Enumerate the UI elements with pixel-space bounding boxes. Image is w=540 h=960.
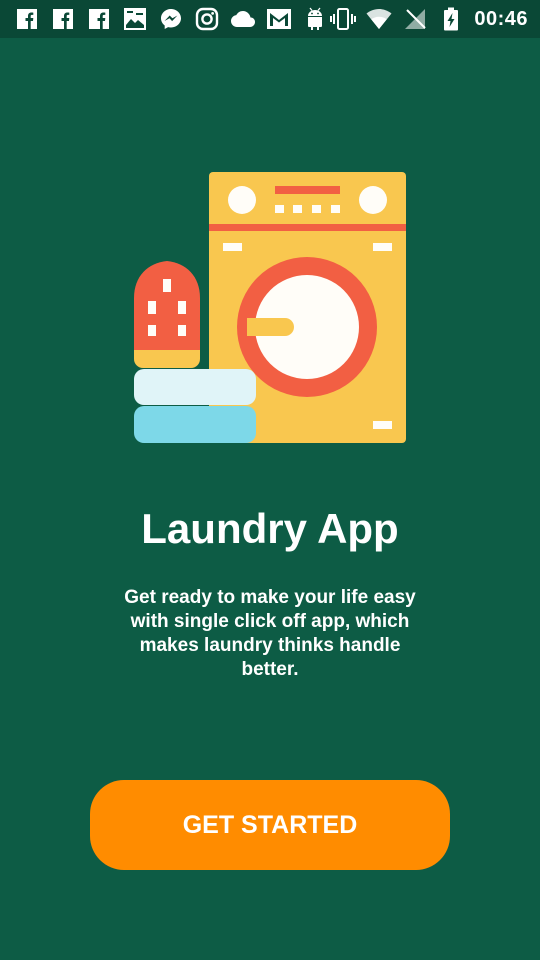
photo-icon bbox=[122, 6, 148, 32]
no-signal-icon bbox=[402, 6, 428, 32]
system-status-icons: 00:46 bbox=[330, 6, 528, 32]
messenger-icon bbox=[158, 6, 184, 32]
notification-icons bbox=[14, 6, 328, 32]
folded-towels-icon bbox=[134, 369, 256, 443]
app-description: Get ready to make your life easy with si… bbox=[124, 587, 416, 680]
instagram-icon bbox=[194, 6, 220, 32]
status-time: 00:46 bbox=[474, 7, 528, 30]
vibrate-icon bbox=[330, 6, 357, 32]
android-icon bbox=[302, 6, 328, 32]
laundry-illustration bbox=[130, 168, 410, 448]
gmail-icon bbox=[266, 6, 292, 32]
status-bar: 00:46 bbox=[0, 0, 540, 38]
iron-icon bbox=[134, 261, 200, 368]
cloud-icon bbox=[230, 6, 256, 32]
wifi-icon bbox=[366, 6, 392, 32]
app-title: Laundry App bbox=[141, 505, 399, 552]
facebook-icon bbox=[14, 6, 40, 32]
facebook-icon bbox=[86, 6, 112, 32]
battery-charging-icon bbox=[438, 6, 464, 32]
facebook-icon bbox=[50, 6, 76, 32]
get-started-button[interactable]: GET STARTED bbox=[90, 780, 450, 870]
